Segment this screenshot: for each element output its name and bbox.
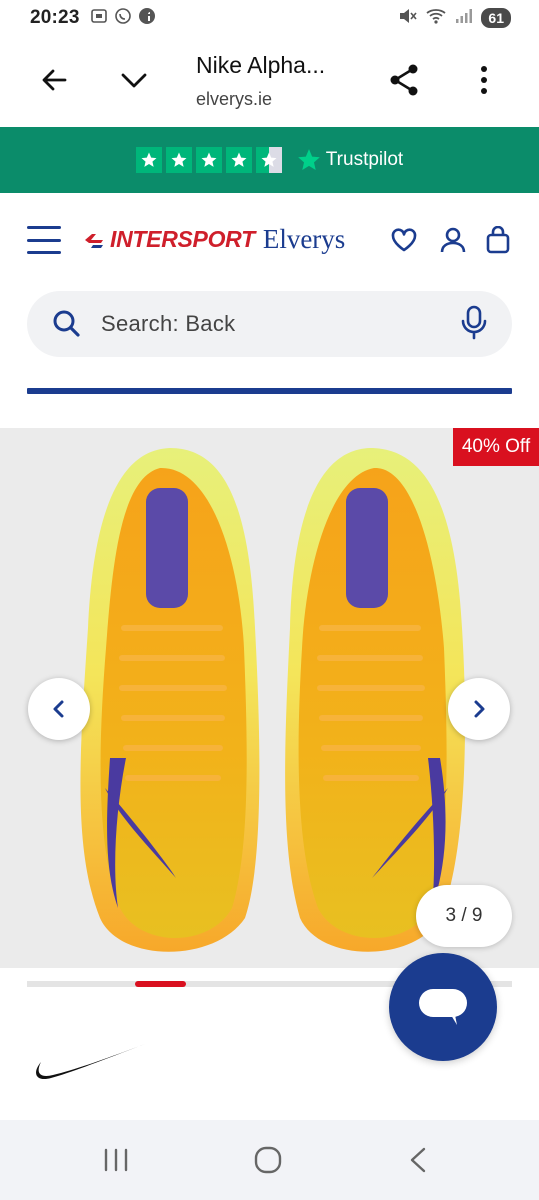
divider xyxy=(27,388,512,394)
page-title: Nike Alpha... xyxy=(196,52,326,78)
screenshot-icon xyxy=(90,7,108,30)
logo-brand: INTERSPORT xyxy=(110,226,255,252)
status-bar: 20:23 61 xyxy=(0,0,539,36)
back-icon[interactable] xyxy=(398,1140,438,1180)
logo-store: Elverys xyxy=(262,224,346,254)
arrow-left-icon[interactable] xyxy=(32,58,76,102)
site-header: INTERSPORT Elverys xyxy=(0,210,539,272)
image-counter: 3 / 9 xyxy=(416,885,512,947)
mute-icon xyxy=(397,7,418,30)
more-vertical-icon[interactable] xyxy=(462,58,506,102)
star-icon xyxy=(195,147,222,173)
discount-badge: 40% Off xyxy=(453,428,539,466)
chat-button[interactable] xyxy=(389,953,497,1061)
trustpilot-label: Trustpilot xyxy=(325,149,404,170)
chevron-left-icon xyxy=(53,700,64,718)
menu-icon[interactable] xyxy=(27,226,61,254)
wifi-icon xyxy=(425,7,447,30)
search-bar[interactable]: Search: Back xyxy=(27,291,512,357)
whatsapp-icon xyxy=(114,7,132,30)
home-icon[interactable] xyxy=(248,1140,288,1180)
star-icon xyxy=(225,147,252,173)
trustpilot-logo: Trustpilot xyxy=(296,147,403,173)
account-icon[interactable] xyxy=(437,224,469,256)
status-time: 20:23 xyxy=(30,7,80,28)
nike-swoosh-logo[interactable] xyxy=(33,1040,148,1086)
half-star-icon xyxy=(255,147,282,173)
intersport-mark-icon xyxy=(85,233,103,248)
gallery-progress-indicator xyxy=(134,981,186,987)
chevron-down-icon[interactable] xyxy=(112,58,156,102)
trustpilot-banner[interactable]: Trustpilot xyxy=(0,127,539,193)
bag-icon[interactable] xyxy=(482,224,514,256)
android-nav-bar xyxy=(0,1120,539,1200)
search-input[interactable]: Search: Back xyxy=(101,311,235,337)
battery-indicator: 61 xyxy=(481,8,511,28)
search-icon[interactable] xyxy=(51,308,81,343)
gallery-prev-button[interactable] xyxy=(28,678,90,740)
site-logo[interactable]: INTERSPORT Elverys xyxy=(84,224,345,255)
facebook-icon xyxy=(138,7,156,30)
page-url[interactable]: elverys.ie xyxy=(196,89,272,110)
microphone-icon[interactable] xyxy=(461,305,487,346)
gallery-next-button[interactable] xyxy=(448,678,510,740)
signal-icon xyxy=(455,7,473,30)
trustpilot-star-icon xyxy=(297,149,320,170)
share-icon[interactable] xyxy=(382,58,426,102)
chevron-right-icon xyxy=(474,700,485,718)
star-icon xyxy=(135,147,162,173)
heart-icon[interactable] xyxy=(388,224,420,256)
star-icon xyxy=(165,147,192,173)
chat-bubble-icon xyxy=(419,989,467,1025)
browser-bar: Nike Alpha... elverys.ie xyxy=(0,36,539,126)
recent-apps-icon[interactable] xyxy=(96,1140,136,1180)
